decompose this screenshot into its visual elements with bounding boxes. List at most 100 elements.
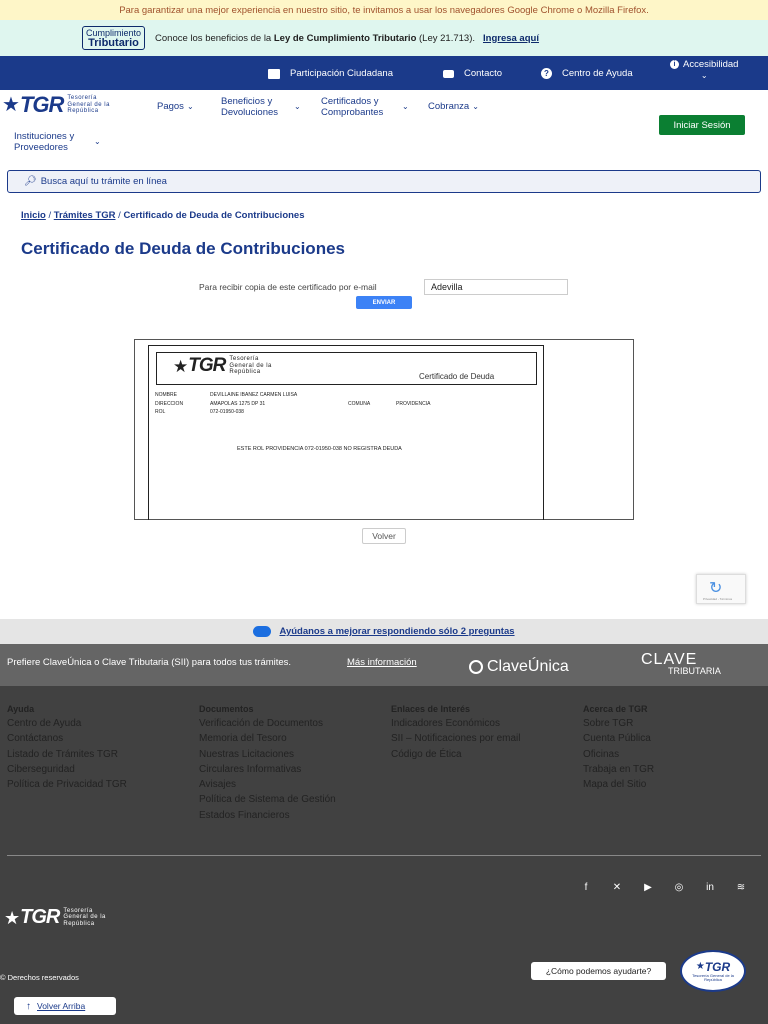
mas-informacion-link[interactable]: Más información <box>347 657 417 668</box>
direccion-value: AMAPOLAS 1275 DP 31 <box>210 401 266 407</box>
nav-beneficios[interactable]: Beneficios y Devoluciones ⌄ <box>221 96 301 118</box>
certificate-doc-title: Certificado de Deuda <box>419 372 495 381</box>
breadcrumb-current: Certificado de Deuda de Contribuciones <box>123 210 305 221</box>
star-icon: ★ <box>173 356 189 376</box>
help-icon: ? <box>541 68 552 79</box>
page-title: Certificado de Deuda de Contribuciones <box>21 239 345 258</box>
footer-divider <box>7 855 761 856</box>
nombre-value: DEVILLAINE IBANEZ CARMEN LUISA <box>210 392 298 398</box>
nav-instituciones[interactable]: Instituciones y Proveedores ⌄ <box>14 131 101 153</box>
contacto-link[interactable]: Contacto <box>443 68 502 79</box>
facebook-icon[interactable]: f <box>579 882 593 894</box>
chevron-down-icon: ⌄ <box>94 137 101 146</box>
footer-link[interactable]: Contáctanos <box>7 734 127 744</box>
spotify-icon[interactable]: ≋ <box>734 882 748 894</box>
youtube-icon[interactable]: ▶ <box>641 882 655 894</box>
accessibility-icon: i <box>670 60 679 69</box>
recaptcha-badge[interactable]: ↻ Privacidad - Términos <box>696 574 746 604</box>
comuna-label: COMUNA <box>348 401 371 407</box>
claveunica-logo[interactable]: ClaveÚnica <box>469 658 569 676</box>
footer-link[interactable]: Verificación de Documentos <box>199 719 336 729</box>
star-icon: ★ <box>695 961 705 972</box>
footer-link[interactable]: Memoria del Tesoro <box>199 734 336 744</box>
footer-link[interactable]: Circulares Informativas <box>199 764 336 775</box>
volver-arriba-button[interactable]: ↑ Volver Arriba <box>14 997 116 1015</box>
footer-link[interactable]: Oficinas <box>583 749 654 760</box>
footer-link[interactable]: Mapa del Sitio <box>583 780 654 790</box>
chevron-down-icon: ⌄ <box>700 71 708 80</box>
certificate-logo: ★ TGR Tesorería General de la República <box>173 355 272 376</box>
footer-link[interactable]: Política de Sistema de Gestión <box>199 795 336 805</box>
footer-link[interactable]: Ciberseguridad <box>7 764 127 775</box>
comuna-value: PROVIDENCIA <box>396 401 431 407</box>
breadcrumb-tramites[interactable]: Trámites TGR <box>54 210 116 221</box>
footer-link[interactable]: Sobre TGR <box>583 719 654 729</box>
direccion-label: DIRECCION <box>155 401 184 407</box>
arrow-up-icon: ↑ <box>26 1000 31 1012</box>
claveunica-icon <box>469 660 483 674</box>
cumplimiento-banner: Cumplimiento Tributario Conoce los benef… <box>0 20 768 56</box>
browser-warning-text: Para garantizar una mejor experiencia en… <box>119 4 649 16</box>
breadcrumb-inicio[interactable]: Inicio <box>21 210 46 221</box>
footer-link[interactable]: Estados Financieros <box>199 810 336 821</box>
clave-tributaria-logo[interactable]: CLAVE TRIBUTARIA <box>641 652 721 677</box>
tgr-logo[interactable]: ★ TGR Tesorería General de la República <box>2 92 110 118</box>
x-icon[interactable]: ✕ <box>610 882 624 894</box>
centro-ayuda-link[interactable]: ? Centro de Ayuda <box>541 68 633 79</box>
footer-link[interactable]: Política de Privacidad TGR <box>7 780 127 790</box>
footer-col-documentos: Documentos Verificación de Documentos Me… <box>199 704 336 821</box>
recaptcha-icon: ↻ <box>709 580 723 597</box>
footer-link[interactable]: Cuenta Pública <box>583 734 654 744</box>
email-label: Para recibir copia de este certificado p… <box>199 282 377 292</box>
nombre-label: NOMBRE <box>155 392 177 398</box>
chat-widget[interactable]: ★ TGR Tesorería General de la República <box>680 950 746 992</box>
login-button[interactable]: Iniciar Sesión <box>659 115 745 135</box>
star-icon: ★ <box>2 94 20 116</box>
certificate-header: ★ TGR Tesorería General de la República … <box>156 352 537 385</box>
star-icon: ★ <box>4 907 21 928</box>
accesibilidad-menu[interactable]: i Accesibilidad ⌄ <box>670 59 738 80</box>
rol-label: ROL <box>155 409 166 415</box>
chevron-down-icon: ⌄ <box>294 102 301 111</box>
enviar-button[interactable]: ENVIAR <box>356 296 412 309</box>
certificate-message: ESTE ROL PROVIDENCIA 072-01950-038 NO RE… <box>237 446 402 452</box>
volver-button[interactable]: Volver <box>362 528 406 544</box>
copyright: © Derechos reservados <box>0 973 79 982</box>
search-icon: 🔎︎ <box>24 176 37 187</box>
email-field[interactable]: Adevilla <box>424 279 568 295</box>
footer-link[interactable]: Trabaja en TGR <box>583 764 654 775</box>
utility-bar: Participación Ciudadana Contacto ? Centr… <box>0 56 768 90</box>
footer-link[interactable]: SII – Notificaciones por email <box>391 734 521 744</box>
browser-warning-banner: Para garantizar una mejor experiencia en… <box>0 0 768 20</box>
footer-link[interactable]: Indicadores Económicos <box>391 719 521 729</box>
chat-bubble-icon <box>253 626 272 637</box>
chevron-down-icon: ⌄ <box>402 102 409 111</box>
footer-link[interactable]: Código de Ética <box>391 749 521 760</box>
participacion-link[interactable]: Participación Ciudadana <box>268 68 393 79</box>
footer-col-enlaces: Enlaces de Interés Indicadores Económico… <box>391 704 521 760</box>
footer-link[interactable]: Listado de Trámites TGR <box>7 749 127 760</box>
clave-band: Prefiere ClaveÚnica o Clave Tributaria (… <box>0 644 768 686</box>
envelope-icon <box>443 69 454 78</box>
instagram-icon[interactable]: ◎ <box>672 882 686 894</box>
footer-col-ayuda: Ayuda Centro de Ayuda Contáctanos Listad… <box>7 704 127 791</box>
nav-pagos[interactable]: Pagos ⌄ <box>157 101 194 112</box>
megaphone-icon <box>268 68 280 79</box>
chat-prompt[interactable]: ¿Cómo podemos ayudarte? <box>531 962 666 980</box>
nav-cobranza[interactable]: Cobranza ⌄ <box>428 101 479 112</box>
feedback-link[interactable]: Ayúdanos a mejorar respondiendo sólo 2 p… <box>279 626 514 637</box>
nav-certificados[interactable]: Certificados y Comprobantes ⌄ <box>321 96 409 118</box>
clave-text: Prefiere ClaveÚnica o Clave Tributaria (… <box>7 657 292 668</box>
chevron-down-icon: ⌄ <box>472 102 479 111</box>
feedback-bar[interactable]: Ayúdanos a mejorar respondiendo sólo 2 p… <box>0 619 768 644</box>
footer-link[interactable]: Avisajes <box>199 780 336 790</box>
linkedin-icon[interactable]: in <box>703 882 717 894</box>
main-navigation <box>0 90 768 160</box>
footer-col-acerca: Acerca de TGR Sobre TGR Cuenta Pública O… <box>583 704 655 791</box>
footer-tgr-logo[interactable]: ★ TGR Tesorería General de la República <box>4 906 106 929</box>
cumplimiento-logo: Cumplimiento Tributario <box>82 26 146 50</box>
footer-link[interactable]: Nuestras Licitaciones <box>199 749 336 760</box>
search-input[interactable]: 🔎︎ Busca aquí tu trámite en línea <box>7 170 761 193</box>
footer-link[interactable]: Centro de Ayuda <box>7 719 127 729</box>
cumplimiento-link[interactable]: Ingresa aquí <box>483 33 539 44</box>
